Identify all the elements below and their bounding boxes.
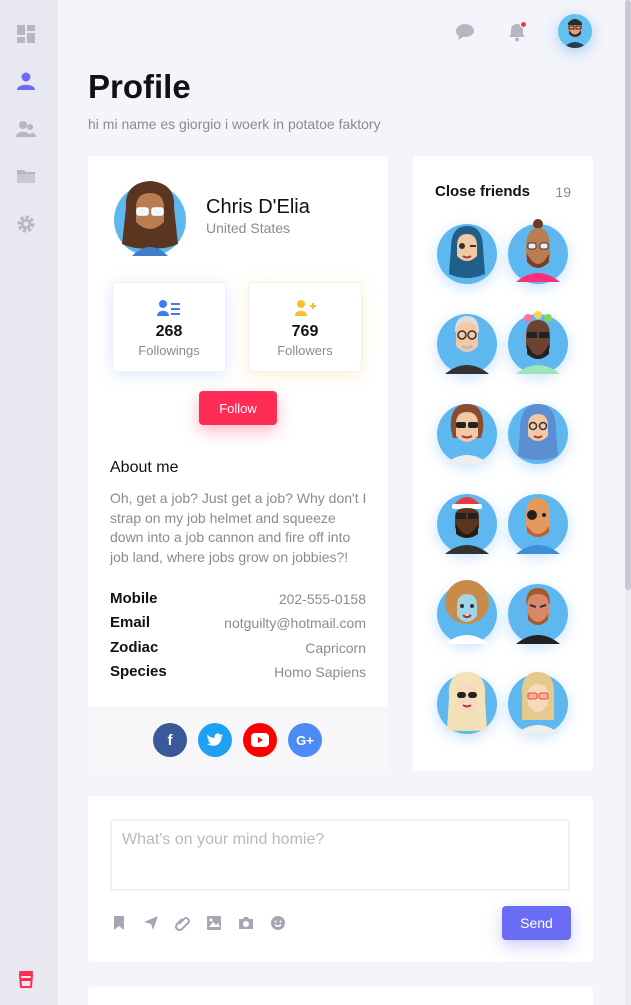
bookmark-icon[interactable] bbox=[110, 914, 128, 932]
info-key: Species bbox=[110, 663, 167, 680]
followers-label: Followers bbox=[277, 343, 333, 358]
folder-icon[interactable] bbox=[15, 165, 37, 187]
friend-avatar[interactable] bbox=[437, 398, 497, 464]
profile-avatar bbox=[114, 178, 186, 256]
friend-avatar[interactable] bbox=[437, 488, 497, 554]
info-row-zodiac: Zodiac Capricorn bbox=[110, 639, 366, 659]
friend-avatar[interactable] bbox=[508, 308, 568, 374]
profile-card: Chris D'Elia United States 268 Following… bbox=[88, 156, 388, 771]
smiley-icon[interactable] bbox=[269, 914, 287, 932]
info-key: Mobile bbox=[110, 590, 158, 607]
followings-icon bbox=[157, 300, 180, 316]
followings-stat[interactable]: 268 Followings bbox=[112, 282, 226, 372]
friend-avatar[interactable] bbox=[508, 488, 568, 554]
page-subtitle: hi mi name es giorgio i woerk in potatoe… bbox=[88, 116, 381, 132]
sidebar bbox=[0, 0, 58, 1005]
close-friends-count: 19 bbox=[555, 184, 571, 200]
friend-avatar[interactable] bbox=[437, 668, 497, 734]
scrollbar[interactable] bbox=[625, 0, 631, 1005]
add-follower-icon bbox=[295, 300, 316, 316]
facebook-icon[interactable]: f bbox=[153, 723, 187, 757]
camera-icon[interactable] bbox=[237, 914, 255, 932]
info-value: 202-555-0158 bbox=[278, 591, 366, 607]
coffee-cup-icon[interactable] bbox=[15, 968, 37, 990]
image-icon[interactable] bbox=[205, 914, 223, 932]
friend-avatar[interactable] bbox=[437, 218, 497, 284]
chat-icon[interactable] bbox=[453, 20, 477, 44]
twitter-icon[interactable] bbox=[198, 723, 232, 757]
google-plus-icon[interactable]: G+ bbox=[288, 723, 322, 757]
followings-label: Followings bbox=[138, 343, 200, 358]
bell-icon[interactable] bbox=[505, 20, 529, 44]
followers-stat[interactable]: 769 Followers bbox=[248, 282, 362, 372]
youtube-icon[interactable] bbox=[243, 723, 277, 757]
page-title: Profile bbox=[88, 68, 191, 105]
about-title: About me bbox=[110, 459, 179, 476]
new-post-card: What's on your mind homie? Send bbox=[88, 796, 593, 962]
info-row-email: Email notguilty@hotmail.com bbox=[110, 614, 366, 634]
profile-country: United States bbox=[206, 220, 291, 236]
info-value: Homo Sapiens bbox=[274, 664, 366, 680]
close-friends-title: Close friends bbox=[435, 183, 531, 200]
paperclip-icon[interactable] bbox=[174, 914, 192, 932]
friend-avatar[interactable] bbox=[508, 578, 568, 644]
followings-count: 268 bbox=[155, 323, 183, 340]
send-plane-icon[interactable] bbox=[142, 914, 160, 932]
info-key: Email bbox=[110, 614, 151, 631]
close-friends-card: Close friends 19 bbox=[413, 156, 593, 771]
friend-avatar[interactable] bbox=[508, 218, 568, 284]
follow-button[interactable]: Follow bbox=[199, 391, 277, 425]
friend-avatar[interactable] bbox=[508, 398, 568, 464]
dashboard-icon[interactable] bbox=[15, 23, 37, 45]
friend-avatar[interactable] bbox=[508, 668, 568, 734]
about-text: Oh, get a job? Just get a job? Why don't… bbox=[110, 490, 367, 565]
notification-badge bbox=[520, 21, 527, 28]
post-input[interactable]: What's on your mind homie? bbox=[110, 819, 570, 891]
info-row-species: Species Homo Sapiens bbox=[110, 663, 366, 683]
profile-name: Chris D'Elia bbox=[206, 196, 310, 218]
friend-avatar[interactable] bbox=[437, 578, 497, 644]
info-row-mobile: Mobile 202-555-0158 bbox=[110, 590, 366, 610]
avatar[interactable] bbox=[558, 14, 592, 48]
users-icon[interactable] bbox=[15, 118, 37, 140]
followers-count: 769 bbox=[291, 323, 319, 340]
social-links: f G+ bbox=[88, 707, 388, 771]
gear-icon[interactable] bbox=[15, 213, 37, 235]
info-key: Zodiac bbox=[110, 639, 159, 656]
info-value: Capricorn bbox=[305, 640, 366, 656]
user-icon[interactable] bbox=[15, 70, 37, 92]
friend-avatar[interactable] bbox=[437, 308, 497, 374]
next-card bbox=[88, 987, 593, 1005]
send-button[interactable]: Send bbox=[502, 906, 571, 940]
scrollbar-thumb[interactable] bbox=[625, 0, 631, 590]
info-value: notguilty@hotmail.com bbox=[224, 615, 366, 631]
